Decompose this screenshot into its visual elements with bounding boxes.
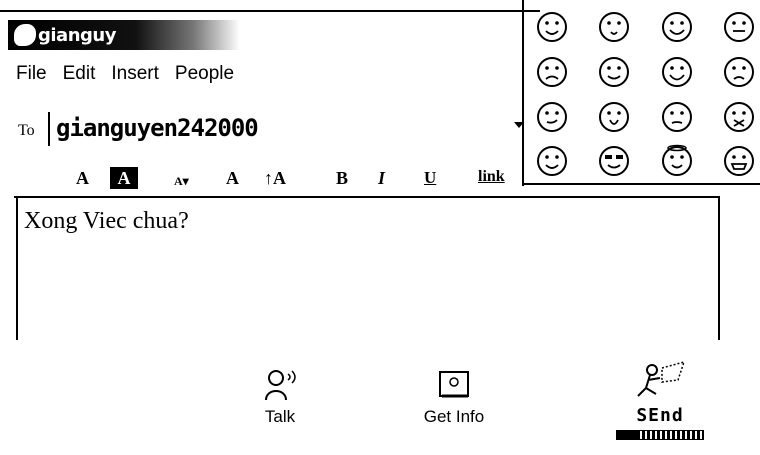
to-label: To — [18, 122, 35, 139]
get-info-button[interactable]: Get Info — [414, 368, 494, 427]
wink-icon[interactable] — [597, 55, 631, 89]
title-bar: gianguy — [0, 0, 540, 60]
send-progress-bar — [616, 430, 704, 440]
surprised-icon[interactable] — [597, 10, 631, 44]
emoticon-panel-border — [522, 0, 524, 186]
smile-icon[interactable] — [535, 10, 569, 44]
send-button[interactable]: SEnd — [618, 360, 702, 426]
underline-button[interactable]: U — [424, 168, 436, 188]
grin-icon[interactable] — [660, 10, 694, 44]
message-text: Xong Viec chua? — [24, 208, 189, 234]
send-label: SEnd — [636, 405, 684, 426]
info-card-icon — [439, 371, 469, 398]
cool-icon[interactable] — [597, 144, 631, 178]
normal-size-button[interactable]: A — [226, 168, 239, 189]
bold-button[interactable]: B — [336, 168, 348, 189]
link-button[interactable]: link — [478, 168, 505, 186]
menu-insert[interactable]: Insert — [111, 63, 159, 85]
tongue-icon[interactable] — [722, 10, 756, 44]
font-size-down-button[interactable]: A▾ — [174, 174, 189, 189]
crying-icon[interactable] — [722, 55, 756, 89]
talk-icon — [265, 370, 296, 401]
italic-button[interactable]: I — [378, 168, 385, 189]
title-rule — [0, 10, 540, 12]
recipient-field[interactable]: gianguyen242000 — [48, 112, 522, 146]
logo-icon — [14, 24, 36, 46]
message-input[interactable]: Xong Viec chua? — [16, 198, 720, 340]
send-progress-fill — [617, 431, 639, 439]
shout-icon[interactable] — [597, 100, 631, 134]
talk-button[interactable]: Talk — [250, 368, 310, 427]
menu-edit[interactable]: Edit — [63, 63, 96, 85]
text-color-button[interactable]: A — [76, 168, 89, 189]
emoticon-panel-divider — [524, 183, 760, 185]
angry-icon[interactable] — [660, 100, 694, 134]
smirk-icon[interactable] — [535, 100, 569, 134]
send-runner-icon — [637, 360, 686, 397]
highlight-button[interactable]: A — [110, 167, 138, 189]
angel-icon[interactable] — [660, 144, 694, 178]
recipient-value: gianguyen242000 — [56, 114, 259, 142]
menu-people[interactable]: People — [175, 63, 234, 85]
laugh-icon[interactable] — [660, 55, 694, 89]
talk-label: Talk — [264, 407, 296, 426]
teeth-icon[interactable] — [722, 144, 756, 178]
sick-icon[interactable] — [722, 100, 756, 134]
get-info-label: Get Info — [423, 407, 485, 426]
logo-text: gianguy — [38, 24, 116, 46]
sad-icon[interactable] — [535, 55, 569, 89]
font-size-up-button[interactable]: ↑A — [264, 168, 286, 189]
app-logo: gianguy — [8, 20, 240, 50]
happy-icon[interactable] — [535, 144, 569, 178]
menu-file[interactable]: File — [16, 63, 47, 85]
menu-bar: File Edit Insert People — [16, 63, 250, 85]
